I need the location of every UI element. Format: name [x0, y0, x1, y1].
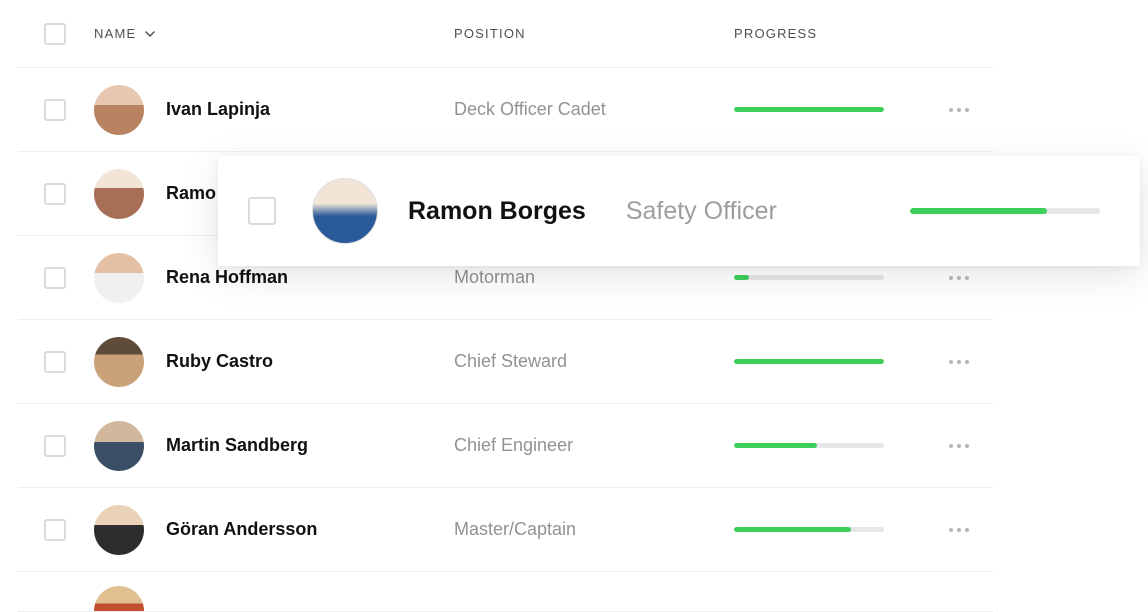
avatar [312, 178, 378, 244]
crew-position: Safety Officer [626, 197, 777, 226]
progress-bar [734, 275, 884, 280]
row-checkbox[interactable] [248, 197, 276, 225]
header-position-label: POSITION [454, 26, 526, 41]
more-icon[interactable] [949, 360, 969, 364]
avatar [94, 337, 144, 387]
progress-bar [734, 443, 884, 448]
avatar [94, 253, 144, 303]
row-checkbox[interactable] [44, 267, 66, 289]
row-checkbox[interactable] [44, 519, 66, 541]
crew-name: Ivan Lapinja [166, 99, 270, 120]
progress-fill [734, 443, 817, 448]
more-icon[interactable] [949, 444, 969, 448]
avatar [94, 586, 144, 612]
crew-position: Chief Steward [454, 351, 567, 371]
progress-fill [910, 208, 1047, 214]
table-row[interactable]: Ruby Castro Chief Steward [18, 320, 993, 404]
column-header-progress[interactable]: PROGRESS [734, 25, 993, 43]
crew-name: Ramo [166, 183, 216, 204]
avatar [94, 505, 144, 555]
more-icon[interactable] [949, 276, 969, 280]
row-checkbox[interactable] [44, 435, 66, 457]
crew-name: Ramon Borges [408, 197, 586, 226]
progress-bar [734, 359, 884, 364]
progress-fill [734, 275, 749, 280]
crew-position: Deck Officer Cadet [454, 99, 606, 119]
table-row[interactable]: Göran Andersson Master/Captain [18, 488, 993, 572]
table-row[interactable]: Ivan Lapinja Deck Officer Cadet [18, 68, 993, 152]
chevron-down-icon [144, 28, 156, 40]
row-checkbox[interactable] [44, 351, 66, 373]
select-all-checkbox[interactable] [44, 23, 66, 45]
table-header: NAME POSITION PROGRESS [18, 0, 993, 68]
crew-name: Martin Sandberg [166, 435, 308, 456]
progress-fill [734, 359, 884, 364]
crew-position: Motorman [454, 267, 535, 287]
avatar [94, 85, 144, 135]
avatar [94, 169, 144, 219]
more-icon[interactable] [949, 108, 969, 112]
table-row[interactable] [18, 572, 993, 612]
header-progress-label: PROGRESS [734, 26, 817, 41]
row-checkbox[interactable] [44, 183, 66, 205]
crew-name: Ruby Castro [166, 351, 273, 372]
column-header-position[interactable]: POSITION [454, 25, 734, 43]
table-row[interactable]: Martin Sandberg Chief Engineer [18, 404, 993, 488]
progress-bar [734, 107, 884, 112]
crew-name: Rena Hoffman [166, 267, 288, 288]
crew-name: Göran Andersson [166, 519, 317, 540]
header-name-label: NAME [94, 26, 136, 41]
crew-position: Master/Captain [454, 519, 576, 539]
progress-fill [734, 107, 884, 112]
column-header-name[interactable]: NAME [94, 26, 454, 41]
progress-fill [734, 527, 851, 532]
more-icon[interactable] [949, 528, 969, 532]
expanded-row-card[interactable]: Ramon Borges Safety Officer [218, 156, 1140, 266]
row-checkbox[interactable] [44, 99, 66, 121]
progress-bar [734, 527, 884, 532]
crew-position: Chief Engineer [454, 435, 573, 455]
crew-table: NAME POSITION PROGRESS Ivan Lapinja Deck… [18, 0, 993, 612]
progress-bar [910, 208, 1100, 214]
avatar [94, 421, 144, 471]
